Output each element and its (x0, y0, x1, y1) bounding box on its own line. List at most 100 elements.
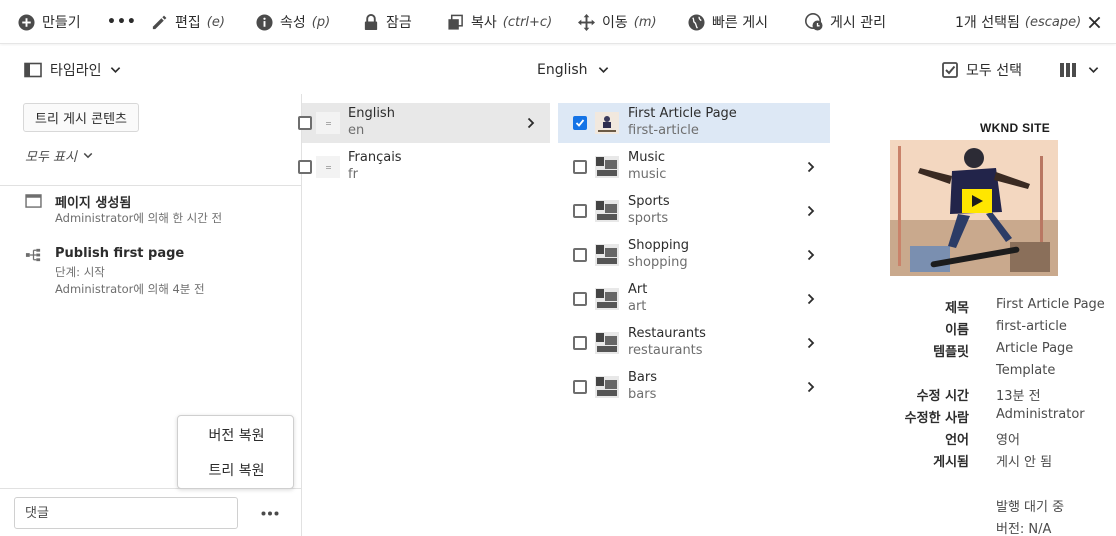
select-all-icon (942, 62, 958, 78)
item-checkbox[interactable] (573, 116, 587, 130)
item-checkbox[interactable] (573, 160, 587, 174)
timeline-filter[interactable]: 모두 표시 (25, 146, 93, 165)
manage-publication-label: 게시 관리 (830, 15, 886, 31)
checkmark-icon (575, 119, 585, 127)
timeline-entry[interactable]: Publish first page 단계: 시작 Administrator에… (25, 246, 295, 298)
tree-publish-button[interactable]: 트리 게시 콘텐츠 (23, 103, 139, 132)
column-item-art[interactable]: Art art (558, 279, 830, 319)
item-checkbox[interactable] (573, 292, 587, 306)
item-checkbox[interactable] (573, 380, 587, 394)
manage-publication-button[interactable]: 게시 관리 (805, 0, 886, 44)
item-name: shopping (628, 255, 688, 270)
page-preview-image: WKND SITE (890, 116, 1058, 276)
move-button[interactable]: 이동 (m) (578, 0, 657, 44)
move-shortcut: (m) (633, 14, 657, 30)
copy-shortcut: (ctrl+c) (502, 14, 553, 30)
more-icon (261, 511, 279, 515)
quick-publish-button[interactable]: 빠른 게시 (688, 0, 768, 44)
pencil-icon (152, 15, 167, 29)
properties-button[interactable]: 속성 (p) (256, 0, 330, 44)
add-circle-icon (18, 13, 35, 31)
item-checkbox[interactable] (573, 204, 587, 218)
select-all-button[interactable]: 모두 선택 (942, 46, 1022, 94)
column-languages: English en Français fr (298, 94, 558, 536)
meta-value-language: 영어 (996, 433, 1020, 448)
chevron-right-icon (807, 293, 815, 305)
meta-label-modified-by: 수정한 사람 (904, 411, 969, 426)
column-item-music[interactable]: Music music (558, 147, 830, 187)
comment-more-button[interactable] (256, 502, 284, 524)
meta-value-modified-by: Administrator (996, 407, 1085, 422)
language-selector[interactable]: English (537, 46, 609, 94)
chevron-down-icon (1088, 67, 1099, 74)
column-item-shopping[interactable]: Shopping shopping (558, 235, 830, 275)
column-item-sports[interactable]: Sports sports (558, 191, 830, 231)
item-checkbox[interactable] (298, 160, 312, 174)
more-actions-button[interactable]: ••• (107, 0, 137, 44)
page-thumbnail-icon (595, 288, 619, 310)
meta-label-title: 제목 (945, 301, 969, 316)
item-checkbox[interactable] (573, 248, 587, 262)
item-title: Art (628, 282, 648, 297)
item-checkbox[interactable] (298, 116, 312, 130)
copy-icon (448, 14, 463, 30)
column-item-french[interactable]: Français fr (298, 147, 550, 187)
column-pages: First Article Page first-article Music m… (558, 94, 838, 536)
close-icon[interactable] (1088, 16, 1101, 29)
page-thumbnail-icon (316, 156, 340, 178)
globe-clock-icon (805, 13, 823, 31)
create-button[interactable]: 만들기 (18, 0, 81, 44)
item-title: Shopping (628, 238, 690, 253)
view-switcher[interactable] (1059, 46, 1099, 94)
column-item-english[interactable]: English en (298, 103, 550, 143)
item-checkbox[interactable] (573, 336, 587, 350)
lock-label: 잠금 (386, 15, 412, 31)
lock-icon (364, 13, 378, 30)
select-all-label: 모두 선택 (966, 63, 1022, 79)
timeline-entry[interactable]: 페이지 생성됨 Administrator에 의해 한 시간 전 (25, 192, 295, 228)
timeline-entry-detail: 단계: 시작 (55, 265, 105, 279)
selection-count: 1개 선택됨 (955, 15, 1020, 31)
restore-version-item[interactable]: 버전 복원 (178, 418, 295, 452)
lock-button[interactable]: 잠금 (363, 0, 412, 44)
column-item-restaurants[interactable]: Restaurants restaurants (558, 323, 830, 363)
restore-popover: 버전 복원 트리 복원 (177, 415, 294, 489)
copy-button[interactable]: 복사 (ctrl+c) (447, 0, 552, 44)
move-label: 이동 (602, 15, 628, 31)
globe-icon (688, 13, 705, 31)
brand-logo-text: WKND SITE (979, 121, 1050, 135)
chevron-down-icon (83, 152, 93, 159)
item-title: Sports (628, 194, 670, 209)
item-name: music (628, 167, 667, 182)
restore-tree-item[interactable]: 트리 복원 (178, 453, 295, 487)
column-item-first-article[interactable]: First Article Page first-article (558, 103, 830, 143)
chevron-down-icon (110, 67, 120, 74)
item-title: Restaurants (628, 326, 706, 341)
meta-value-title: First Article Page (996, 297, 1105, 312)
selection-status[interactable]: 1개 선택됨 (escape) (955, 0, 1101, 44)
column-item-bars[interactable]: Bars bars (558, 367, 830, 407)
column-view-icon (1060, 63, 1076, 77)
chevron-down-icon (598, 67, 608, 74)
meta-pending: 발행 대기 중 (996, 500, 1065, 515)
properties-shortcut: (p) (311, 14, 331, 30)
properties-label: 속성 (280, 15, 306, 31)
rail-selector[interactable]: 타임라인 (24, 46, 121, 94)
page-thumbnail-icon (595, 156, 619, 178)
article-thumbnail-icon (595, 112, 619, 134)
item-name: bars (628, 387, 657, 402)
timeline-entry-detail: Administrator에 의해 4분 전 (55, 282, 205, 296)
item-name: fr (348, 167, 358, 182)
timeline-filter-label: 모두 표시 (25, 150, 77, 165)
item-name: en (348, 123, 365, 138)
meta-value-template: Article Page (996, 341, 1074, 356)
page-thumbnail-icon (595, 200, 619, 222)
meta-label-published: 게시됨 (933, 455, 969, 470)
quick-publish-label: 빠른 게시 (712, 15, 768, 31)
create-label: 만들기 (42, 15, 81, 31)
edit-button[interactable]: 편집 (e) (151, 0, 225, 44)
comment-input[interactable] (14, 497, 238, 529)
page-thumbnail-icon (316, 112, 340, 134)
item-title: Bars (628, 370, 658, 385)
chevron-right-icon (807, 161, 815, 173)
